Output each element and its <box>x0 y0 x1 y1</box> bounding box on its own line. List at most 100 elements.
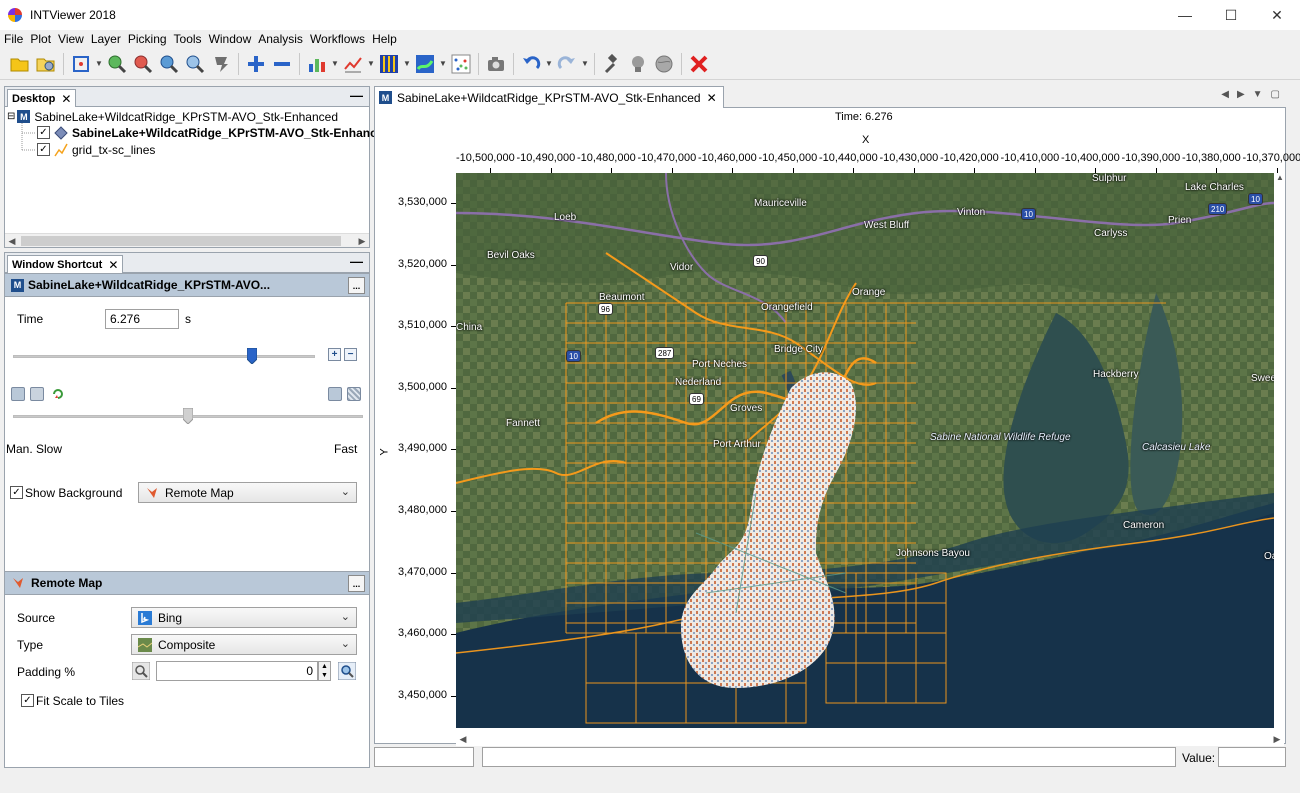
map-label-oa: Oa <box>1264 551 1274 562</box>
zoom-out-icon[interactable] <box>131 52 155 76</box>
open-session-icon[interactable] <box>34 52 58 76</box>
menu-workflows[interactable]: Workflows <box>306 32 368 46</box>
menu-analysis[interactable]: Analysis <box>254 32 306 46</box>
desktop-panel: Desktop ✕ — ⊟ M SabineLake+WildcatRidge_… <box>4 86 391 248</box>
minimize-panel-button[interactable]: — <box>350 254 363 269</box>
lightbulb-icon[interactable] <box>626 52 650 76</box>
map-vertical-scrollbar[interactable]: ▲ <box>1276 173 1286 728</box>
globe-icon[interactable] <box>652 52 676 76</box>
tab-desktop[interactable]: Desktop ✕ <box>7 89 77 107</box>
map-horizontal-scrollbar[interactable]: ◀ ▶ <box>456 732 1284 746</box>
grid-options-icon[interactable] <box>347 387 361 401</box>
main-toolbar: ▼ ▼ ▼ ▼ ▼ ▼ ▼ <box>0 48 1300 80</box>
map-label-groves: Groves <box>730 403 763 414</box>
bar-chart-icon[interactable] <box>305 52 329 76</box>
tab-map-document[interactable]: M SabineLake+WildcatRidge_KPrSTM-AVO_Stk… <box>374 86 724 108</box>
remote-map-more-button[interactable]: ... <box>348 575 365 592</box>
line-chart-dropdown[interactable]: ▼ <box>367 52 375 76</box>
background-select[interactable]: Remote Map ⌄ <box>138 482 357 503</box>
tab-window-shortcut[interactable]: Window Shortcut ✕ <box>7 255 124 273</box>
menu-view[interactable]: View <box>54 32 87 46</box>
loop-icon[interactable] <box>51 387 65 401</box>
map-layer-icon[interactable] <box>413 52 437 76</box>
scatter-icon[interactable] <box>449 52 473 76</box>
step-forward-icon[interactable] <box>328 387 342 401</box>
menu-tools[interactable]: Tools <box>170 32 205 46</box>
pan-icon[interactable] <box>209 52 233 76</box>
map-label-west-bluff: West Bluff <box>864 220 910 231</box>
tab-list-dropdown-icon[interactable]: ▼ <box>1253 89 1263 100</box>
zoom-box-icon[interactable] <box>157 52 181 76</box>
seismic-trace-icon[interactable] <box>377 52 401 76</box>
seismic-trace-dropdown[interactable]: ▼ <box>403 52 411 76</box>
show-background-checkbox[interactable]: ✓ <box>10 486 23 499</box>
line-chart-icon[interactable] <box>341 52 365 76</box>
speed-slider-thumb[interactable] <box>183 408 193 424</box>
scroll-right-arrow-icon[interactable]: ▶ <box>355 234 369 248</box>
map-label-lake-charles: Lake Charles <box>1185 182 1244 193</box>
step-back-icon[interactable] <box>11 387 25 401</box>
menu-picking[interactable]: Picking <box>124 32 170 46</box>
padding-input[interactable]: 0 <box>156 661 318 681</box>
satellite-map[interactable]: Sulphur Lake Charles Loeb Mauriceville W… <box>456 173 1274 728</box>
scroll-up-arrow-icon[interactable]: ▲ <box>1276 173 1284 182</box>
redo-icon[interactable] <box>555 52 579 76</box>
road-shield-icon: 90 <box>753 255 768 267</box>
zoom-in-icon[interactable] <box>105 52 129 76</box>
scroll-right-arrow-icon[interactable]: ▶ <box>1270 732 1284 746</box>
padding-zoom-in-icon[interactable] <box>338 662 356 680</box>
x-tick-label: -10,460,000 <box>698 152 757 164</box>
add-icon[interactable] <box>244 52 268 76</box>
remote-map-icon <box>13 578 23 588</box>
tree-root[interactable]: ⊟ M SabineLake+WildcatRidge_KPrSTM-AVO_S… <box>7 108 338 125</box>
tree-item-seismic-layer[interactable]: ✓ SabineLake+WildcatRidge_KPrSTM-AVO_Stk… <box>37 124 391 141</box>
maximize-document-icon[interactable]: ▢ <box>1271 89 1280 100</box>
desktop-horizontal-scrollbar[interactable]: ◀ ▶ <box>5 233 369 247</box>
zoom-extent-dropdown[interactable]: ▼ <box>95 52 103 76</box>
tab-scroll-right-icon[interactable]: ▶ <box>1237 89 1245 100</box>
maximize-button[interactable]: ☐ <box>1208 0 1254 30</box>
undo-icon[interactable] <box>519 52 543 76</box>
fit-scale-checkbox[interactable]: ✓ <box>21 694 34 707</box>
scroll-left-arrow-icon[interactable]: ◀ <box>5 234 19 248</box>
scroll-thumb[interactable] <box>21 236 341 246</box>
minimize-panel-button[interactable]: — <box>350 88 363 103</box>
tools-icon[interactable] <box>600 52 624 76</box>
remote-map-header-label: Remote Map <box>31 576 103 590</box>
time-input[interactable] <box>105 309 179 329</box>
close-icon[interactable]: ✕ <box>707 91 717 105</box>
menu-help[interactable]: Help <box>368 32 400 46</box>
time-increment-button[interactable]: + <box>328 348 341 361</box>
remove-icon[interactable] <box>270 52 294 76</box>
source-select[interactable]: Bing ⌄ <box>131 607 357 628</box>
shortcut-more-button[interactable]: ... <box>348 277 365 294</box>
tree-item-grid-lines[interactable]: ✓ grid_tx-sc_lines <box>37 141 155 158</box>
menu-file[interactable]: File <box>0 32 26 46</box>
time-slider-thumb[interactable] <box>246 348 257 364</box>
menu-layer[interactable]: Layer <box>87 32 124 46</box>
minimize-button[interactable]: — <box>1162 0 1208 30</box>
menu-window[interactable]: Window <box>205 32 255 46</box>
type-select[interactable]: Composite ⌄ <box>131 634 357 655</box>
close-red-icon[interactable] <box>687 52 711 76</box>
value-label: Value: <box>1182 751 1216 765</box>
scroll-left-arrow-icon[interactable]: ◀ <box>456 732 470 746</box>
time-decrement-button[interactable]: − <box>344 348 357 361</box>
bar-chart-dropdown[interactable]: ▼ <box>331 52 339 76</box>
map-layer-dropdown[interactable]: ▼ <box>439 52 447 76</box>
close-window-button[interactable]: ✕ <box>1254 0 1300 30</box>
zoom-magnifier-icon[interactable] <box>183 52 207 76</box>
tab-scroll-left-icon[interactable]: ◀ <box>1221 89 1229 100</box>
close-icon[interactable]: ✕ <box>61 92 71 106</box>
padding-spinner[interactable]: ▲ ▼ <box>318 661 331 681</box>
redo-dropdown[interactable]: ▼ <box>581 52 589 76</box>
padding-zoom-out-icon[interactable] <box>132 662 150 680</box>
open-folder-icon[interactable] <box>8 52 32 76</box>
snapshot-icon[interactable] <box>484 52 508 76</box>
zoom-extent-icon[interactable] <box>69 52 93 76</box>
menu-plot[interactable]: Plot <box>26 32 54 46</box>
time-slider-track[interactable] <box>13 355 315 358</box>
close-icon[interactable]: ✕ <box>108 258 118 272</box>
undo-dropdown[interactable]: ▼ <box>545 52 553 76</box>
play-icon[interactable] <box>30 387 44 401</box>
